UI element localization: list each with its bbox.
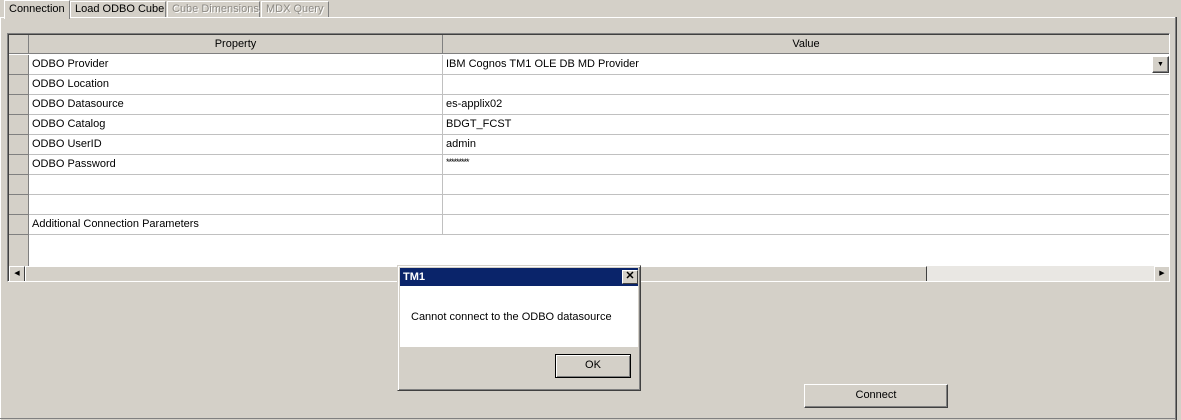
row-header[interactable] — [9, 135, 29, 155]
property-cell[interactable]: ODBO Provider — [29, 55, 443, 75]
value-cell[interactable] — [443, 215, 1169, 235]
tab-panel-border — [0, 17, 1176, 18]
close-icon: ✕ — [625, 270, 635, 282]
table-row: ODBO Provider IBM Cognos TM1 OLE DB MD P… — [9, 55, 1169, 75]
row-header[interactable] — [9, 195, 29, 215]
property-cell[interactable]: Additional Connection Parameters — [29, 215, 443, 235]
panel-border-left — [0, 17, 1, 420]
password-value-cell[interactable]: ********* — [443, 155, 1169, 175]
dialog-message: Cannot connect to the ODBO datasource — [411, 311, 612, 323]
error-dialog: TM1 ✕ Cannot connect to the ODBO datasou… — [397, 265, 641, 391]
table-row: ODBO UserID admin — [9, 135, 1169, 155]
value-cell[interactable]: es-applix02 — [443, 95, 1169, 115]
grid-corner-header[interactable] — [9, 35, 29, 54]
chevron-down-icon: ▼ — [1157, 61, 1164, 68]
value-cell[interactable]: IBM Cognos TM1 OLE DB MD Provider — [443, 55, 1169, 75]
close-button[interactable]: ✕ — [622, 270, 638, 284]
grid-body: Property Value ODBO Provider IBM Cognos … — [8, 34, 1169, 281]
value-cell[interactable] — [443, 175, 1169, 195]
value-cell[interactable]: BDGT_FCST — [443, 115, 1169, 135]
table-row — [9, 175, 1169, 195]
property-cell[interactable] — [29, 195, 443, 215]
dialog-title: TM1 — [403, 271, 425, 283]
value-cell[interactable] — [443, 195, 1169, 215]
property-cell[interactable]: ODBO UserID — [29, 135, 443, 155]
row-header[interactable] — [9, 55, 29, 75]
scroll-right-button[interactable]: ▶ — [1154, 266, 1169, 281]
tab-cube-dimensions[interactable]: Cube Dimensions — [167, 1, 260, 18]
scroll-left-button[interactable]: ◀ — [9, 266, 25, 281]
column-header-value[interactable]: Value — [443, 35, 1169, 54]
arrow-right-icon: ▶ — [1159, 270, 1165, 277]
row-header[interactable] — [9, 115, 29, 135]
connect-button[interactable]: Connect — [804, 384, 948, 408]
tab-strip: Connection Load ODBO Cube Cube Dimension… — [0, 0, 1181, 19]
tab-mdx-query[interactable]: MDX Query — [261, 1, 329, 18]
ok-button[interactable]: OK — [555, 354, 631, 378]
table-row: ODBO Password ********* — [9, 155, 1169, 175]
property-cell[interactable]: ODBO Password — [29, 155, 443, 175]
row-header[interactable] — [9, 95, 29, 115]
arrow-left-icon: ◀ — [14, 270, 20, 277]
dialog-titlebar[interactable]: TM1 ✕ — [400, 268, 638, 286]
property-cell[interactable]: ODBO Catalog — [29, 115, 443, 135]
property-cell[interactable]: ODBO Datasource — [29, 95, 443, 115]
row-header[interactable] — [9, 75, 29, 95]
grid-empty-area — [9, 235, 1169, 267]
table-row — [9, 195, 1169, 215]
property-cell[interactable]: ODBO Location — [29, 75, 443, 95]
table-row: ODBO Datasource es-applix02 — [9, 95, 1169, 115]
provider-dropdown-button[interactable]: ▼ — [1152, 56, 1169, 73]
table-row: ODBO Location — [9, 75, 1169, 95]
dialog-message-area: Cannot connect to the ODBO datasource — [400, 286, 638, 347]
row-header[interactable] — [9, 155, 29, 175]
tab-load-odbo-cube[interactable]: Load ODBO Cube — [70, 1, 166, 18]
tab-connection[interactable]: Connection — [4, 0, 70, 19]
panel-border-bottom — [0, 418, 1176, 419]
row-header[interactable] — [9, 215, 29, 235]
table-row: ODBO Catalog BDGT_FCST — [9, 115, 1169, 135]
table-row: Additional Connection Parameters — [9, 215, 1169, 235]
panel-border-right-dark — [1176, 17, 1177, 420]
column-header-property[interactable]: Property — [29, 35, 443, 54]
property-cell[interactable] — [29, 175, 443, 195]
row-header-strip — [9, 235, 29, 267]
connection-properties-grid: Property Value ODBO Provider IBM Cognos … — [7, 33, 1170, 282]
value-cell[interactable] — [443, 75, 1169, 95]
row-header[interactable] — [9, 175, 29, 195]
value-cell[interactable]: admin — [443, 135, 1169, 155]
